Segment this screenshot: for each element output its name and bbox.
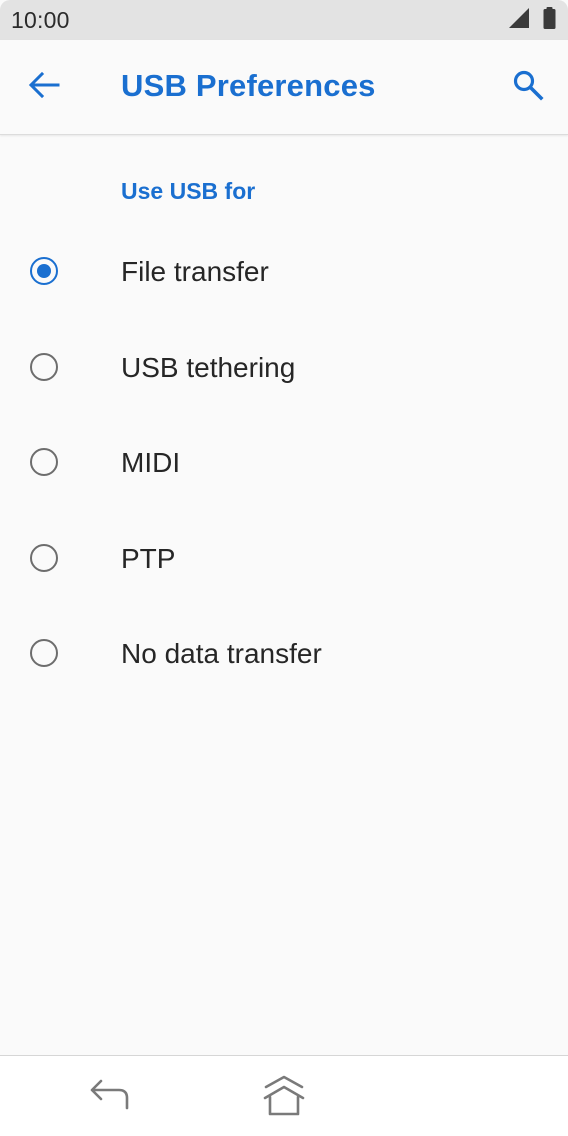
option-no-data-transfer[interactable]: No data transfer bbox=[0, 607, 568, 703]
radio-button[interactable] bbox=[30, 352, 58, 381]
status-time: 10:00 bbox=[11, 7, 70, 33]
signal-icon bbox=[508, 7, 530, 33]
radio-button[interactable] bbox=[30, 639, 58, 667]
search-icon bbox=[512, 69, 544, 106]
option-midi[interactable]: MIDI bbox=[0, 416, 568, 512]
radio-button-checked[interactable] bbox=[30, 257, 58, 285]
radio-button[interactable] bbox=[30, 543, 58, 572]
usb-preferences-screen: 10:00 USB Preferences Use USB for File t… bbox=[0, 0, 568, 1136]
option-label: PTP bbox=[121, 542, 176, 574]
option-label: File transfer bbox=[121, 256, 269, 287]
radio-button[interactable] bbox=[30, 448, 58, 476]
back-button[interactable] bbox=[20, 63, 68, 111]
nav-back-icon bbox=[89, 1077, 131, 1116]
status-bar: 10:00 bbox=[0, 0, 568, 40]
arrow-back-icon bbox=[28, 71, 60, 104]
search-button[interactable] bbox=[504, 63, 552, 111]
option-ptp[interactable]: PTP bbox=[0, 512, 568, 608]
status-icons bbox=[508, 6, 556, 34]
option-label: MIDI bbox=[121, 447, 181, 478]
battery-icon bbox=[543, 6, 556, 34]
page-title: USB Preferences bbox=[121, 68, 376, 103]
nav-home-icon bbox=[260, 1073, 308, 1122]
app-bar: USB Preferences bbox=[0, 40, 568, 135]
option-file-transfer[interactable]: File transfer bbox=[0, 225, 568, 321]
usb-mode-options: File transfer USB tethering MIDI PTP No … bbox=[0, 225, 568, 703]
option-usb-tethering[interactable]: USB tethering bbox=[0, 321, 568, 417]
nav-back-button[interactable] bbox=[85, 1076, 135, 1116]
section-header: Use USB for bbox=[121, 178, 256, 204]
option-label: USB tethering bbox=[121, 351, 296, 383]
option-label: No data transfer bbox=[121, 638, 322, 669]
nav-home-button[interactable] bbox=[258, 1073, 310, 1121]
system-nav-bar bbox=[0, 1055, 568, 1136]
